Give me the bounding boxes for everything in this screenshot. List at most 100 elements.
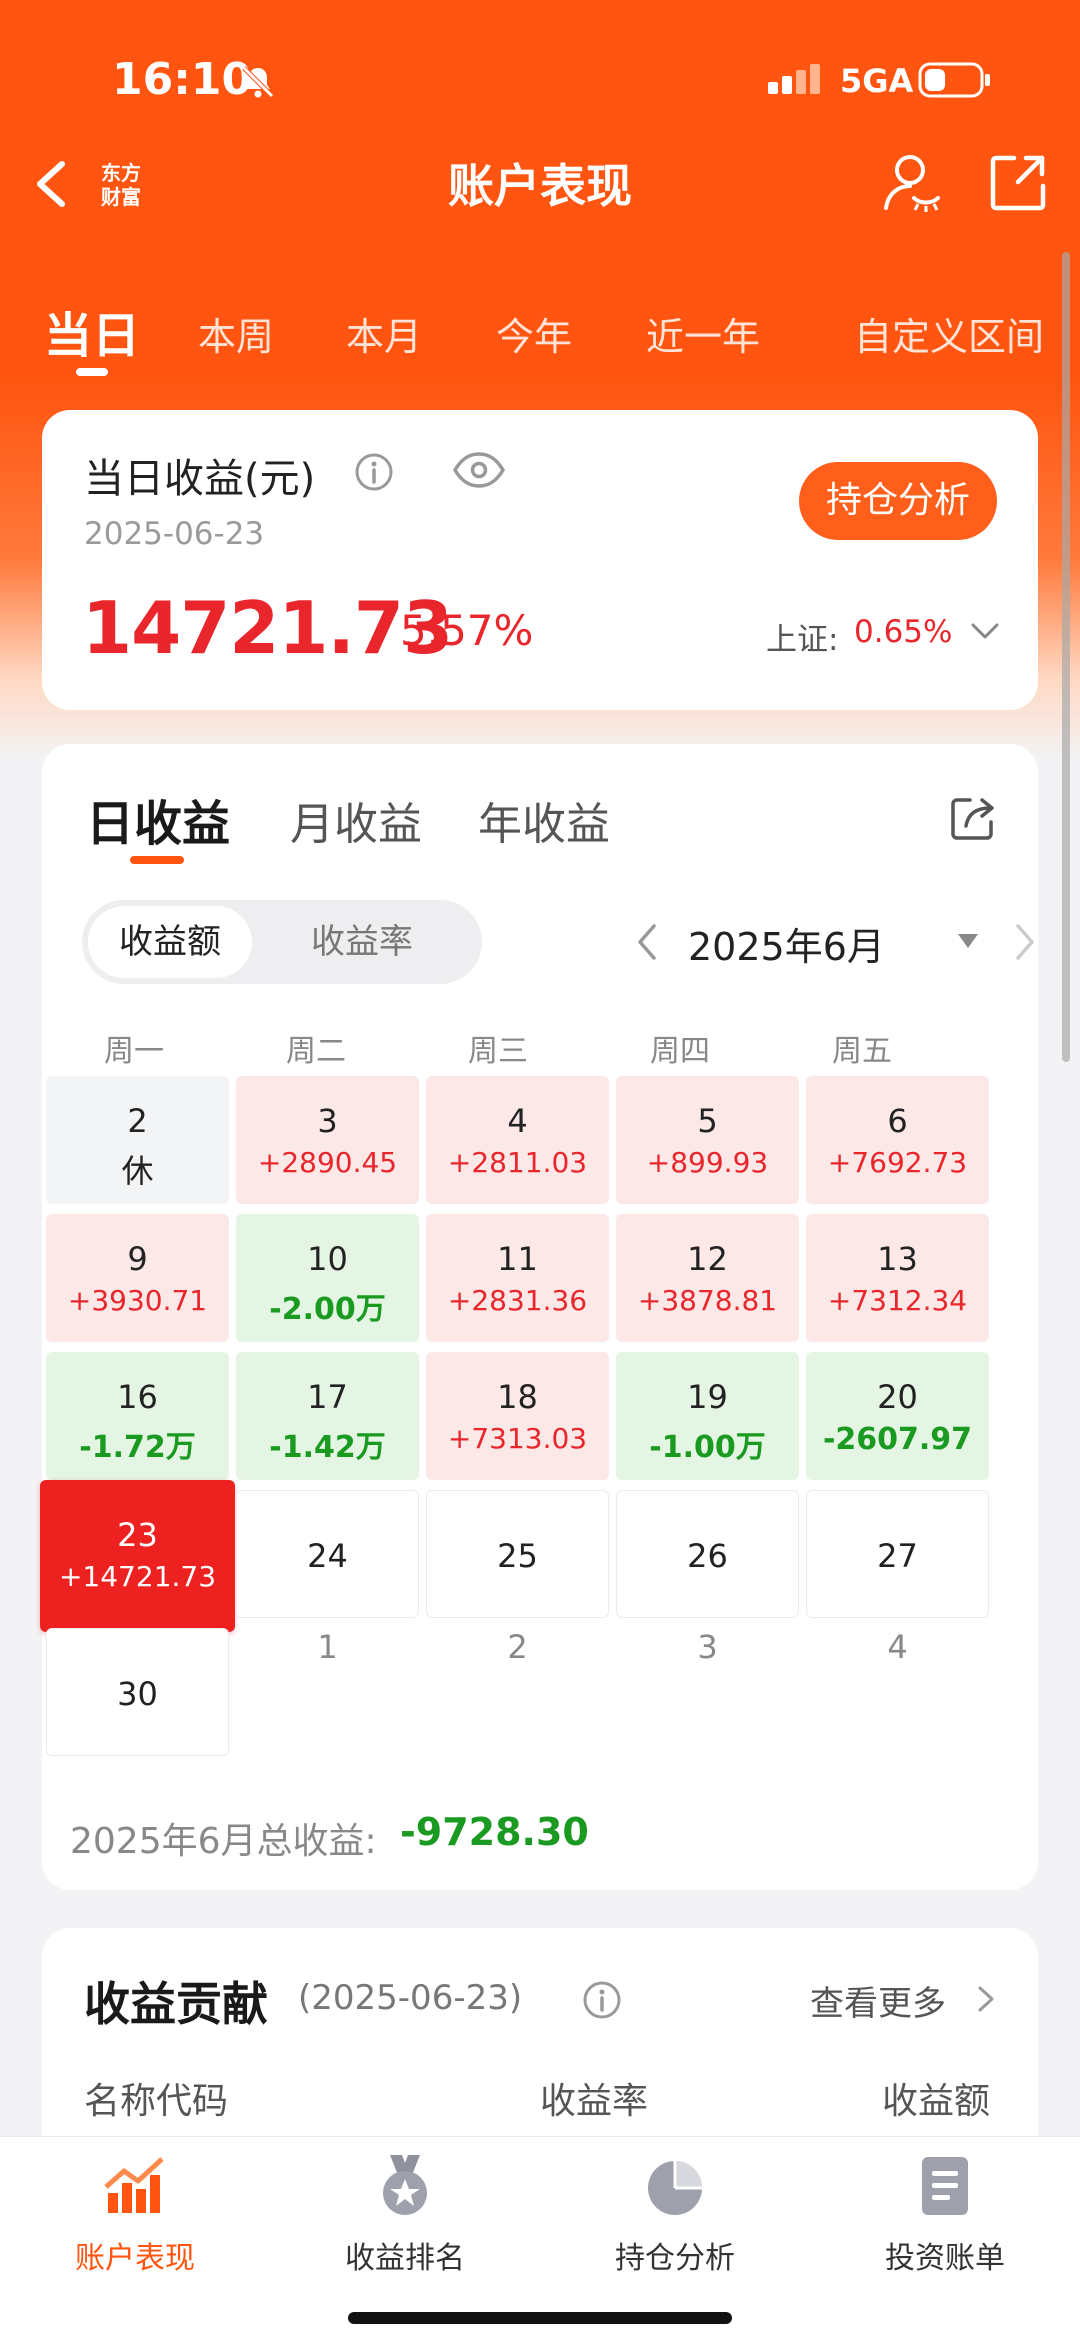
calendar-day[interactable]: 18 +7313.03 [426,1352,609,1480]
calendar-day-today[interactable]: 23 +14721.73 [40,1480,235,1632]
calendar-day-number: 4 [507,1102,528,1140]
signal-icon [768,64,820,94]
amount-rate-toggle: 收益额 收益率 [82,900,482,984]
calendar-day[interactable]: 13 +7312.34 [806,1214,989,1342]
weekday-mon: 周一 [104,1034,164,1069]
tab-monthly-profit[interactable]: 月收益 [290,788,422,852]
info-icon[interactable] [354,452,394,492]
export-icon[interactable] [948,794,998,844]
home-indicator[interactable] [348,2312,732,2324]
calendar-day-number: 5 [697,1102,718,1140]
calendar-day[interactable]: 24 [236,1490,419,1618]
daily-profit-amount: 14721.73 [82,586,453,670]
calendar-day-number: 12 [687,1240,728,1278]
caret-down-icon[interactable] [956,932,980,950]
share-icon[interactable] [988,152,1048,212]
daily-profit-title: 当日收益(元) [84,456,316,502]
calendar-day-number: 18 [497,1378,538,1416]
calendar-day-profit: +7312.34 [827,1284,968,1317]
calendar-day-number: 3 [317,1102,338,1140]
eye-icon[interactable] [452,450,506,490]
tab-last-year[interactable]: 近一年 [646,306,760,361]
calendar-day-number: 13 [877,1240,918,1278]
tab-label: 持仓分析 [615,2241,735,2276]
page-title: 账户表现 [448,159,632,213]
tab-daily-profit[interactable]: 日收益 [86,784,230,854]
tab-this-year[interactable]: 今年 [496,306,572,361]
user-privacy-icon[interactable] [880,150,944,216]
back-arrow-icon[interactable] [28,156,78,212]
calendar-day[interactable]: 30 [46,1628,229,1756]
profit-calendar-card: 日收益 月收益 年收益 收益额 收益率 2025年6月 周一 周二 周三 周四 … [40,744,1040,1890]
calendar-day[interactable]: 11 +2831.36 [426,1214,609,1342]
view-more-link[interactable]: 查看更多 [810,1976,946,2025]
calendar-day-profit: 休 [121,1152,154,1190]
chevron-right-icon[interactable] [1010,918,1040,966]
calendar-day[interactable]: 10 -2.00万 [236,1214,419,1342]
calendar-day-profit: -2607.97 [822,1422,973,1457]
bottom-tab-bar: 账户表现 收益排名 持仓分析 投资账单 [0,2136,1080,2341]
chevron-left-icon[interactable] [632,918,662,966]
tab-profit-ranking[interactable]: 收益排名 [270,2153,540,2277]
tab-account-performance[interactable]: 账户表现 [0,2153,270,2277]
column-header-rate[interactable]: 收益率 [540,2072,648,2124]
calendar-day[interactable]: 26 [616,1490,799,1618]
tab-investment-statement[interactable]: 投资账单 [810,2153,1080,2277]
status-time: 16:10 [112,54,253,105]
calendar-day[interactable]: 3 +2890.45 [236,1076,419,1204]
calendar-day[interactable]: 25 [426,1490,609,1618]
calendar-day[interactable]: 5 +899.93 [616,1076,799,1204]
calendar-day[interactable]: 4 +2811.03 [426,1076,609,1204]
tab-holding-analysis[interactable]: 持仓分析 [540,2153,810,2277]
tab-this-month[interactable]: 本月 [346,306,422,361]
column-header-amount[interactable]: 收益额 [882,2072,990,2124]
calendar-day[interactable]: 6 +7692.73 [806,1076,989,1204]
trend-chart-icon [104,2157,164,2213]
calendar-day[interactable]: 17 -1.42万 [236,1352,419,1480]
calendar-day-number: 6 [887,1102,908,1140]
calendar-day[interactable]: 27 [806,1490,989,1618]
calendar-day[interactable]: 19 -1.00万 [616,1352,799,1480]
calendar-day-number: 17 [307,1378,348,1416]
calendar-day[interactable]: 2 [426,1628,609,1756]
logo-text-top: 东方 [101,161,141,185]
calendar-day-profit: +7313.03 [447,1422,588,1455]
calendar-day[interactable]: 16 -1.72万 [46,1352,229,1480]
tab-this-week[interactable]: 本周 [198,306,274,361]
calendar-day[interactable]: 9 +3930.71 [46,1214,229,1342]
weekday-fri: 周五 [832,1034,892,1069]
chevron-down-icon[interactable] [968,616,1002,646]
month-label[interactable]: 2025年6月 [688,916,885,971]
calendar-day-profit: -1.00万 [649,1430,766,1465]
tab-label: 收益排名 [345,2241,465,2276]
holding-analysis-button[interactable]: 持仓分析 [799,462,997,540]
calendar-day[interactable]: 20 -2607.97 [806,1352,989,1480]
index-value[interactable]: 0.65% [854,614,952,650]
network-type: 5GA [840,62,914,100]
calendar-day-profit: +3878.81 [637,1284,778,1317]
calendar-day[interactable]: 2休 [46,1076,229,1204]
pie-chart-icon [648,2161,702,2215]
calendar-day-number: 4 [887,1628,908,1666]
calendar-day-number: 2 [507,1628,528,1666]
tab-custom-range[interactable]: 自定义区间 [854,306,1044,361]
toggle-profit-amount[interactable]: 收益额 [88,906,252,978]
calendar-day-profit: +2890.45 [257,1146,398,1179]
calendar-day[interactable]: 12 +3878.81 [616,1214,799,1342]
calendar-day[interactable]: 1 [236,1628,419,1756]
tab-yearly-profit[interactable]: 年收益 [478,788,610,852]
scrollbar[interactable] [1062,252,1070,1062]
calendar-day[interactable]: 3 [616,1628,799,1756]
tab-today[interactable]: 当日 [44,296,140,366]
calendar-day[interactable]: 4 [806,1628,989,1756]
calendar-day-number: 9 [127,1240,148,1278]
column-header-name: 名称代码 [84,2081,229,2122]
calendar-day-number: 23 [117,1516,158,1554]
index-label[interactable]: 上证: [766,614,838,659]
tab-label: 账户表现 [75,2241,195,2276]
info-icon[interactable] [582,1980,622,2020]
chevron-right-icon[interactable] [976,1984,996,2014]
toggle-profit-rate[interactable]: 收益率 [272,900,452,984]
calendar-day-number: 3 [697,1628,718,1666]
month-total-value: -9728.30 [400,1810,589,1854]
